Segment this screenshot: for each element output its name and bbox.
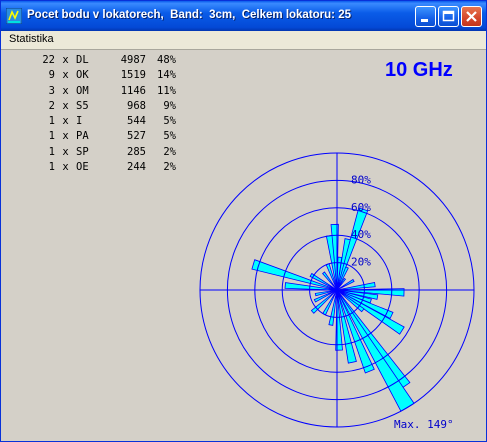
polar-ring-label: 80%	[351, 173, 371, 186]
max-bearing-label: Max. 149°	[394, 418, 454, 431]
polar-ring-label: 20%	[351, 256, 371, 269]
polar-ring-label: 60%	[351, 201, 371, 214]
polar-chart: 20% 40% 60% 80% Max. 149°	[199, 152, 475, 431]
polar-ring-label: 40%	[351, 228, 371, 241]
app-window: Pocet bodu v lokatorech, Band: 3cm, Celk…	[0, 0, 487, 442]
